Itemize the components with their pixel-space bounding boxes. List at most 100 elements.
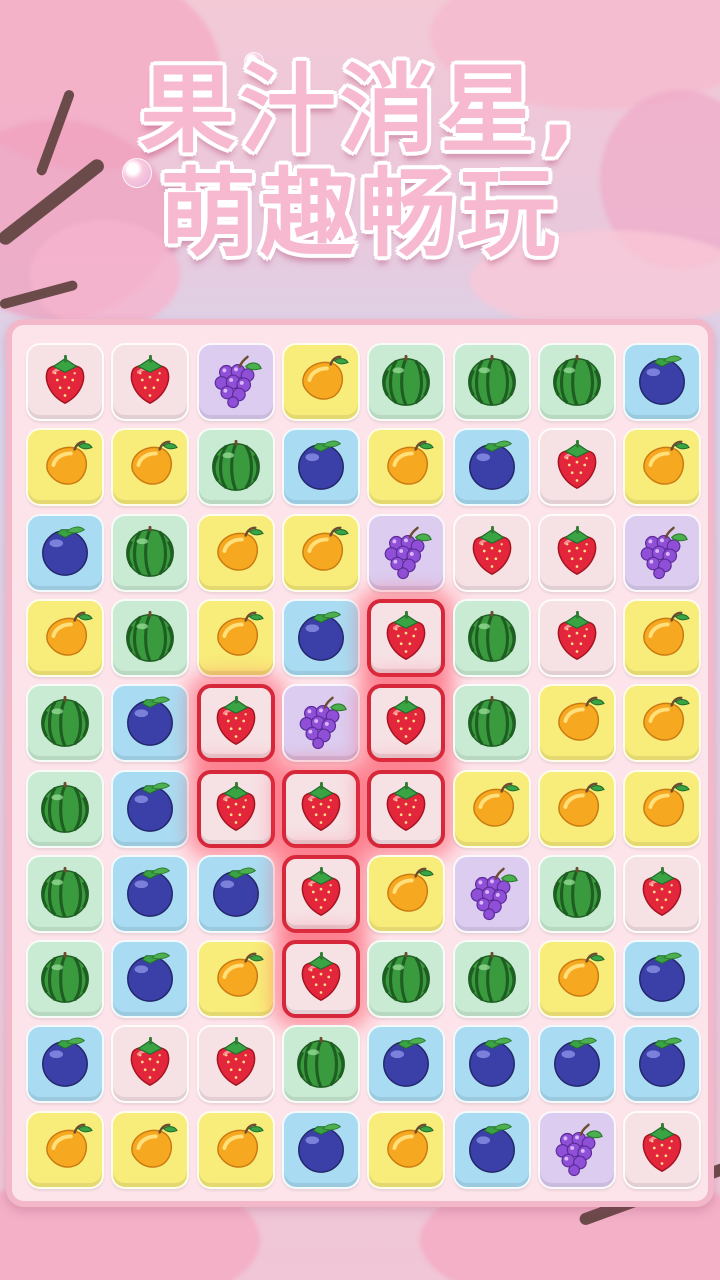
tile-watermelon[interactable] <box>537 854 616 933</box>
tile-strawberry[interactable] <box>196 1025 275 1104</box>
tile-grape[interactable] <box>452 854 531 933</box>
tile-watermelon[interactable] <box>452 684 531 763</box>
tile-watermelon[interactable] <box>367 940 446 1019</box>
tile-mango[interactable] <box>196 1110 275 1189</box>
blueberry-icon <box>36 522 94 584</box>
tile-grape[interactable] <box>537 1110 616 1189</box>
mango-icon <box>207 948 265 1010</box>
tile-mango[interactable] <box>367 428 446 507</box>
tile-grape[interactable] <box>196 343 275 421</box>
strawberry-icon <box>548 522 606 584</box>
watermelon-icon <box>36 692 94 754</box>
tile-watermelon[interactable] <box>26 769 104 848</box>
tile-blueberry[interactable] <box>111 769 190 848</box>
tile-strawberry[interactable] <box>537 598 616 677</box>
tile-strawberry[interactable] <box>281 769 360 848</box>
tile-strawberry[interactable] <box>196 769 275 848</box>
tile-watermelon[interactable] <box>452 940 531 1019</box>
tile-strawberry[interactable] <box>367 598 446 677</box>
mango-icon <box>121 1119 179 1181</box>
tile-mango[interactable] <box>196 598 275 677</box>
blueberry-icon <box>633 351 691 413</box>
tile-mango[interactable] <box>111 428 190 507</box>
tile-blueberry[interactable] <box>623 1025 702 1104</box>
strawberry-icon <box>292 863 350 925</box>
tile-watermelon[interactable] <box>196 428 275 507</box>
tile-mango[interactable] <box>26 598 104 677</box>
tile-mango[interactable] <box>26 428 104 507</box>
tile-mango[interactable] <box>26 1110 104 1189</box>
tile-blueberry[interactable] <box>452 1110 531 1189</box>
blueberry-icon <box>633 948 691 1010</box>
tile-strawberry[interactable] <box>281 940 360 1019</box>
watermelon-icon <box>548 863 606 925</box>
watermelon-icon <box>121 607 179 669</box>
tile-watermelon[interactable] <box>537 343 616 421</box>
tile-strawberry[interactable] <box>537 428 616 507</box>
tile-watermelon[interactable] <box>281 1025 360 1104</box>
tile-blueberry[interactable] <box>196 854 275 933</box>
game-board <box>6 319 714 1207</box>
tile-watermelon[interactable] <box>26 854 104 933</box>
tile-strawberry[interactable] <box>281 854 360 933</box>
tile-grape[interactable] <box>623 513 702 592</box>
tile-blueberry[interactable] <box>26 513 104 592</box>
tile-blueberry[interactable] <box>111 940 190 1019</box>
tile-blueberry[interactable] <box>452 428 531 507</box>
tile-mango[interactable] <box>623 769 702 848</box>
tile-mango[interactable] <box>367 1110 446 1189</box>
tile-watermelon[interactable] <box>452 343 531 421</box>
watermelon-icon <box>463 607 521 669</box>
grape-icon <box>633 522 691 584</box>
tile-strawberry[interactable] <box>452 513 531 592</box>
tile-blueberry[interactable] <box>281 428 360 507</box>
tile-strawberry[interactable] <box>111 1025 190 1104</box>
tile-mango[interactable] <box>111 1110 190 1189</box>
tile-strawberry[interactable] <box>196 684 275 763</box>
blueberry-icon <box>207 863 265 925</box>
tile-mango[interactable] <box>537 769 616 848</box>
tile-mango[interactable] <box>537 684 616 763</box>
tile-blueberry[interactable] <box>111 684 190 763</box>
watermelon-icon <box>292 1033 350 1095</box>
tile-blueberry[interactable] <box>537 1025 616 1104</box>
tile-strawberry[interactable] <box>537 513 616 592</box>
tile-strawberry[interactable] <box>111 343 190 421</box>
tile-strawberry[interactable] <box>623 854 702 933</box>
tile-blueberry[interactable] <box>111 854 190 933</box>
tile-mango[interactable] <box>196 513 275 592</box>
tile-grape[interactable] <box>367 513 446 592</box>
grape-icon <box>377 522 435 584</box>
tile-mango[interactable] <box>623 428 702 507</box>
tile-watermelon[interactable] <box>111 513 190 592</box>
tile-mango[interactable] <box>452 769 531 848</box>
tile-mango[interactable] <box>367 854 446 933</box>
tile-strawberry[interactable] <box>367 684 446 763</box>
tile-watermelon[interactable] <box>367 343 446 421</box>
tile-blueberry[interactable] <box>281 1110 360 1189</box>
tile-blueberry[interactable] <box>26 1025 104 1104</box>
mango-icon <box>548 692 606 754</box>
tile-strawberry[interactable] <box>623 1110 702 1189</box>
blueberry-icon <box>377 1033 435 1095</box>
tile-mango[interactable] <box>623 684 702 763</box>
tile-mango[interactable] <box>537 940 616 1019</box>
mango-icon <box>36 607 94 669</box>
tile-watermelon[interactable] <box>26 684 104 763</box>
tile-blueberry[interactable] <box>623 940 702 1019</box>
tile-blueberry[interactable] <box>367 1025 446 1104</box>
tile-strawberry[interactable] <box>26 343 104 421</box>
tile-watermelon[interactable] <box>452 598 531 677</box>
tile-blueberry[interactable] <box>281 598 360 677</box>
tile-mango[interactable] <box>623 598 702 677</box>
tile-blueberry[interactable] <box>623 343 702 421</box>
tile-strawberry[interactable] <box>367 769 446 848</box>
tile-watermelon[interactable] <box>26 940 104 1019</box>
tile-mango[interactable] <box>196 940 275 1019</box>
strawberry-icon <box>121 351 179 413</box>
tile-watermelon[interactable] <box>111 598 190 677</box>
tile-blueberry[interactable] <box>452 1025 531 1104</box>
tile-mango[interactable] <box>281 513 360 592</box>
tile-grape[interactable] <box>281 684 360 763</box>
tile-mango[interactable] <box>281 343 360 421</box>
